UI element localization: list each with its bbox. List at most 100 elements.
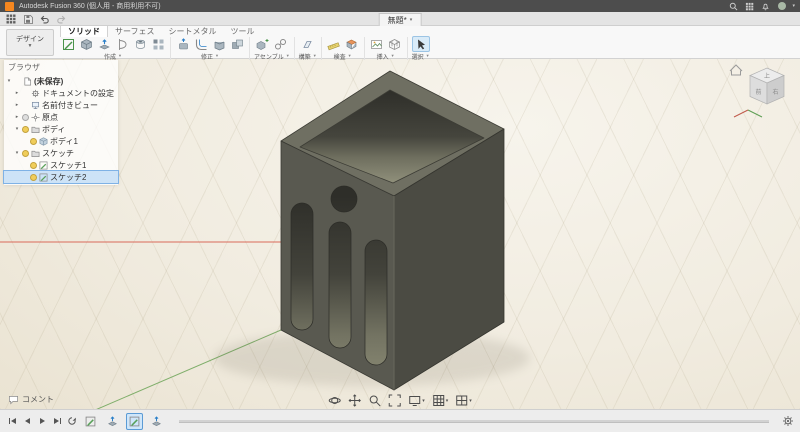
- construction-plane-icon[interactable]: [300, 37, 316, 51]
- browser-item-sketch2[interactable]: スケッチ2: [4, 171, 118, 183]
- expander-icon[interactable]: ▾: [6, 78, 12, 84]
- slot-1[interactable]: [291, 203, 313, 330]
- section-analysis-icon[interactable]: [344, 37, 360, 51]
- select-tool-icon[interactable]: [412, 36, 430, 52]
- hole-icon[interactable]: [132, 37, 148, 51]
- redo-icon[interactable]: [56, 13, 67, 24]
- user-avatar[interactable]: [776, 1, 787, 11]
- scene-canvas[interactable]: [0, 58, 800, 410]
- viewports-caret-icon[interactable]: ▾: [469, 398, 472, 404]
- joint-icon[interactable]: [273, 37, 289, 51]
- document-tab[interactable]: 無題* ▾: [379, 13, 422, 26]
- timeline-play-button[interactable]: [36, 415, 48, 427]
- pattern-icon[interactable]: [150, 37, 166, 51]
- browser-item-root[interactable]: ▾ (未保存): [4, 75, 118, 87]
- viewports-icon[interactable]: ▾: [455, 394, 472, 407]
- orbit-icon[interactable]: [328, 394, 341, 407]
- expander-icon[interactable]: ▾: [14, 150, 20, 156]
- document-tab-caret-icon[interactable]: ▾: [410, 18, 413, 23]
- fit-view-icon[interactable]: [388, 394, 401, 407]
- visibility-bulb-icon[interactable]: [22, 114, 29, 121]
- group-insert-label[interactable]: 挿入: [377, 52, 389, 61]
- insert-canvas-icon[interactable]: [369, 37, 385, 51]
- expander-icon[interactable]: ▸: [14, 90, 20, 96]
- workspace-selector-button[interactable]: デザイン ▼: [6, 29, 54, 56]
- expander-icon[interactable]: ▸: [14, 102, 20, 108]
- viewcube-home-icon[interactable]: [730, 65, 742, 75]
- tab-surface[interactable]: サーフェス: [108, 26, 162, 37]
- group-construct-label[interactable]: 構築: [299, 52, 311, 61]
- measure-icon[interactable]: [326, 37, 342, 51]
- zoom-icon[interactable]: [368, 394, 381, 407]
- slot-3[interactable]: [365, 240, 387, 365]
- group-select-label[interactable]: 選択: [412, 52, 424, 61]
- visibility-bulb-icon[interactable]: [30, 174, 37, 181]
- data-panel-icon[interactable]: [5, 13, 16, 24]
- browser-item-label: スケッチ1: [50, 160, 86, 171]
- group-inspect-caret-icon[interactable]: ▼: [348, 54, 352, 58]
- viewcube[interactable]: 上 前 右: [728, 62, 792, 122]
- account-caret-icon[interactable]: ▾: [792, 4, 795, 9]
- slot-2[interactable]: [329, 222, 351, 348]
- revolve-icon[interactable]: [114, 37, 130, 51]
- group-modify-caret-icon[interactable]: ▼: [215, 54, 219, 58]
- visibility-bulb-icon[interactable]: [30, 138, 37, 145]
- shell-icon[interactable]: [211, 37, 227, 51]
- browser-item-sketch1[interactable]: スケッチ1: [4, 159, 118, 171]
- visibility-bulb-icon[interactable]: [30, 162, 37, 169]
- create-sketch-icon[interactable]: [60, 37, 76, 51]
- display-settings-caret-icon[interactable]: ▾: [422, 398, 425, 404]
- notifications-bell-icon[interactable]: [760, 1, 771, 11]
- group-construct-caret-icon[interactable]: ▼: [313, 54, 317, 58]
- expander-icon[interactable]: ▾: [14, 126, 20, 132]
- timeline-step-forward-button[interactable]: [51, 415, 63, 427]
- extrude-icon[interactable]: [96, 37, 112, 51]
- group-create-label[interactable]: 作成: [104, 52, 116, 61]
- press-pull-icon[interactable]: [175, 37, 191, 51]
- combine-icon[interactable]: [229, 37, 245, 51]
- settings-gear-button[interactable]: [782, 415, 794, 427]
- grid-snap-caret-icon[interactable]: ▾: [446, 398, 449, 404]
- group-modify-label[interactable]: 修正: [201, 52, 213, 61]
- timeline-feature-extrude1[interactable]: [104, 413, 121, 430]
- browser-item-sketches-folder[interactable]: ▾ スケッチ: [4, 147, 118, 159]
- browser-item-document-settings[interactable]: ▸ ドキュメントの設定: [4, 87, 118, 99]
- timeline-feature-extrude2[interactable]: [148, 413, 165, 430]
- primitive-box-icon[interactable]: [78, 37, 94, 51]
- timeline-feature-sketch2[interactable]: [126, 413, 143, 430]
- insert-mesh-icon[interactable]: [387, 37, 403, 51]
- timeline-track[interactable]: [179, 420, 769, 423]
- tab-tools[interactable]: ツール: [224, 26, 262, 37]
- browser-item-origin[interactable]: ▸ 原点: [4, 111, 118, 123]
- pan-icon[interactable]: [348, 394, 361, 407]
- group-assemble-caret-icon[interactable]: ▼: [286, 54, 290, 58]
- grid-snap-icon[interactable]: ▾: [432, 394, 449, 407]
- timeline-loop-button[interactable]: [66, 415, 78, 427]
- group-create-caret-icon[interactable]: ▼: [118, 54, 122, 58]
- 3d-viewport[interactable]: ブラウザ ▾ (未保存) ▸ ドキュメントの設定 ▸ 名前付きビュー ▸: [0, 58, 800, 410]
- group-insert-caret-icon[interactable]: ▼: [391, 54, 395, 58]
- undo-icon[interactable]: [39, 13, 50, 24]
- visibility-bulb-icon[interactable]: [22, 126, 29, 133]
- fillet-icon[interactable]: [193, 37, 209, 51]
- group-select-caret-icon[interactable]: ▼: [426, 54, 430, 58]
- search-icon[interactable]: [728, 1, 739, 11]
- browser-item-body1[interactable]: ボディ1: [4, 135, 118, 147]
- browser-item-named-views[interactable]: ▸ 名前付きビュー: [4, 99, 118, 111]
- apps-grid-icon[interactable]: [744, 1, 755, 11]
- expander-icon[interactable]: ▸: [14, 114, 20, 120]
- visibility-bulb-icon[interactable]: [22, 150, 29, 157]
- new-component-icon[interactable]: [255, 37, 271, 51]
- timeline-feature-sketch1[interactable]: [82, 413, 99, 430]
- timeline-go-to-start-button[interactable]: [6, 415, 18, 427]
- tab-solid[interactable]: ソリッド: [60, 25, 108, 37]
- group-assemble-label[interactable]: アセンブル: [254, 52, 284, 61]
- display-settings-icon[interactable]: ▾: [408, 394, 425, 407]
- group-inspect-label[interactable]: 検査: [334, 52, 346, 61]
- timeline-step-back-button[interactable]: [21, 415, 33, 427]
- save-icon[interactable]: [22, 13, 33, 24]
- hole-circle[interactable]: [331, 186, 357, 212]
- comment-toggle[interactable]: コメント: [8, 394, 54, 405]
- browser-item-bodies-folder[interactable]: ▾ ボディ: [4, 123, 118, 135]
- tab-sheetmetal[interactable]: シートメタル: [162, 26, 224, 37]
